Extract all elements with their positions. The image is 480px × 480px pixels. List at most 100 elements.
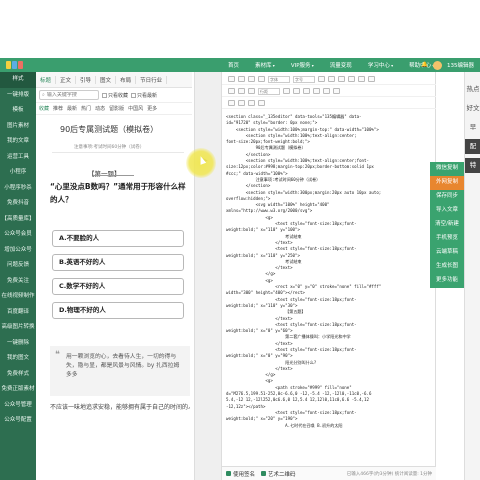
nav-learn[interactable]: 学习中心 — [360, 61, 401, 69]
filter-more[interactable]: 更多 — [147, 105, 157, 112]
style-search-input[interactable] — [46, 92, 97, 98]
indent-icon[interactable] — [293, 88, 300, 94]
tab-body[interactable]: 正文 — [56, 75, 77, 84]
user-area[interactable]: 🔔 135编辑器 — [421, 58, 474, 72]
font-dropdown[interactable]: 字体 — [268, 75, 290, 83]
sidebar-item[interactable]: 公众号管理 — [0, 398, 36, 414]
preview-icon[interactable] — [238, 100, 245, 106]
option-a[interactable]: A.不要脸的人 — [52, 230, 184, 247]
action-button[interactable]: 外网复制 — [430, 176, 464, 190]
underline-icon[interactable] — [338, 76, 345, 82]
action-button[interactable]: 微信复制 — [430, 162, 464, 176]
nav-home[interactable]: 首页 — [220, 61, 247, 69]
sidebar-item[interactable]: 一键删除 — [0, 336, 36, 352]
sidebar-item[interactable]: 小程序 — [0, 165, 36, 181]
clear-format-icon[interactable] — [323, 88, 330, 94]
sidebar-item[interactable]: 百度翻译 — [0, 305, 36, 321]
tab-guide[interactable]: 引导 — [76, 75, 97, 84]
avatar[interactable] — [433, 60, 442, 70]
nav-vip[interactable]: VIP服务 — [283, 61, 322, 69]
action-button[interactable]: 更多功能 — [430, 274, 464, 288]
action-button[interactable]: 保存同步 — [430, 190, 464, 204]
undo-icon[interactable] — [238, 76, 245, 82]
sidebar-item[interactable]: 【高质量库】 — [0, 212, 36, 228]
tab-image-text[interactable]: 图文 — [96, 75, 117, 84]
color-icon[interactable] — [348, 76, 355, 82]
only-latest-check[interactable]: 只看最新 — [131, 92, 157, 99]
sidebar-item[interactable]: 高级图片转换 — [0, 320, 36, 336]
qrcode-button[interactable]: 艺术二维码 — [261, 470, 296, 478]
tab-festival[interactable]: 节日行业 — [136, 75, 168, 84]
code-view[interactable]: <section class="_135editor" data-tools="… — [226, 114, 434, 464]
sidebar-item[interactable]: 我的图文 — [0, 351, 36, 367]
edge-tab[interactable]: 早 — [465, 120, 480, 135]
align-icon[interactable] — [368, 76, 375, 82]
filter-retained[interactable]: 留影版 — [109, 105, 124, 112]
sidebar-item[interactable]: 图片素材 — [0, 119, 36, 135]
option-c[interactable]: C.数学不好的人 — [52, 278, 184, 295]
print-icon[interactable] — [248, 100, 255, 106]
sidebar-item[interactable]: 我的文章 — [0, 134, 36, 150]
action-button[interactable]: 清空/新建 — [430, 218, 464, 232]
signature-button[interactable]: 使用签名 — [226, 470, 255, 478]
sidebar-item[interactable]: 模板 — [0, 103, 36, 119]
action-button[interactable]: 云端草稿 — [430, 246, 464, 260]
logo-135[interactable] — [6, 59, 32, 71]
sidebar-item[interactable]: 一键排版 — [0, 88, 36, 104]
sidebar-item[interactable]: 免费正版素材 — [0, 382, 36, 398]
image-icon[interactable] — [238, 88, 245, 94]
sidebar-item[interactable]: 在线视频制作 — [0, 289, 36, 305]
username[interactable]: 135编辑器 — [447, 61, 474, 69]
sidebar-item[interactable]: 免费关注 — [0, 274, 36, 290]
bold-icon[interactable] — [318, 76, 325, 82]
sidebar-item[interactable]: 免费样式 — [0, 367, 36, 383]
sidebar-item[interactable]: 免费抖音 — [0, 196, 36, 212]
action-button[interactable]: 导入文章 — [430, 204, 464, 218]
sidebar-item[interactable]: 小程序秒杀 — [0, 181, 36, 197]
filter-animated[interactable]: 动态 — [95, 105, 105, 112]
filter-favorites[interactable]: 收藏 — [39, 105, 49, 112]
size-dropdown[interactable]: 字号 — [293, 75, 315, 83]
bell-icon[interactable]: 🔔 — [421, 62, 428, 68]
italic-icon[interactable] — [328, 76, 335, 82]
lineheight-dropdown[interactable]: 行距 — [258, 87, 280, 95]
tab-layout[interactable]: 布局 — [116, 75, 137, 84]
video-icon[interactable] — [248, 88, 255, 94]
redo-icon[interactable] — [248, 76, 255, 82]
action-button[interactable]: 手机预览 — [430, 232, 464, 246]
only-favorites-check[interactable]: 只看收藏 — [102, 92, 128, 99]
nav-traffic[interactable]: 流量变现 — [322, 61, 360, 69]
sidebar-item[interactable]: 运营工具 — [0, 150, 36, 166]
sidebar-item[interactable]: 问题反馈 — [0, 258, 36, 274]
emoji-icon[interactable] — [313, 88, 320, 94]
edge-tab[interactable]: 特 — [465, 158, 480, 173]
edge-tab[interactable]: 好文 — [465, 101, 480, 116]
sidebar-item[interactable]: 增加公众号 — [0, 243, 36, 259]
list-icon[interactable] — [283, 88, 290, 94]
nav-materials[interactable]: 素材库 — [247, 61, 283, 69]
fullscreen-icon[interactable] — [333, 88, 340, 94]
style-search-box[interactable]: ⌕ — [39, 90, 99, 100]
edge-tab[interactable]: 配 — [465, 139, 480, 154]
sidebar-item[interactable]: 公众号会员 — [0, 227, 36, 243]
tab-title[interactable]: 标题 — [36, 75, 57, 84]
filter-recommend[interactable]: 推荐 — [53, 105, 63, 112]
sidebar-item[interactable]: 公众号配置 — [0, 413, 36, 429]
sidebar-item[interactable]: 样式 — [0, 72, 36, 88]
filter-chinese-style[interactable]: 中国风 — [128, 105, 143, 112]
edge-tab[interactable]: 热点 — [465, 82, 480, 97]
panel-scrollbar[interactable]: ▶ — [194, 72, 222, 480]
help-icon[interactable] — [258, 100, 265, 106]
quote-block[interactable]: ❝ 用一颗浏览的心，去看待人生，一切的得与失，隐与显，都是风景与风情。by 扎西… — [50, 346, 190, 396]
option-b[interactable]: B.英语不好的人 — [52, 254, 184, 271]
bgcolor-icon[interactable] — [358, 76, 365, 82]
search-replace-icon[interactable] — [228, 100, 235, 106]
filter-hot[interactable]: 热门 — [81, 105, 91, 112]
option-d[interactable]: D.物理不好的人 — [52, 302, 184, 319]
action-button[interactable]: 生成长图 — [430, 260, 464, 274]
table-icon[interactable] — [303, 88, 310, 94]
format-icon[interactable] — [258, 76, 265, 82]
link-icon[interactable] — [228, 88, 235, 94]
style-preview-card[interactable]: 90后专属测试题（模拟卷） 注意事项:考试时间60分钟（试卷） 【第一题】 “心… — [44, 118, 190, 414]
filter-latest[interactable]: 最新 — [67, 105, 77, 112]
